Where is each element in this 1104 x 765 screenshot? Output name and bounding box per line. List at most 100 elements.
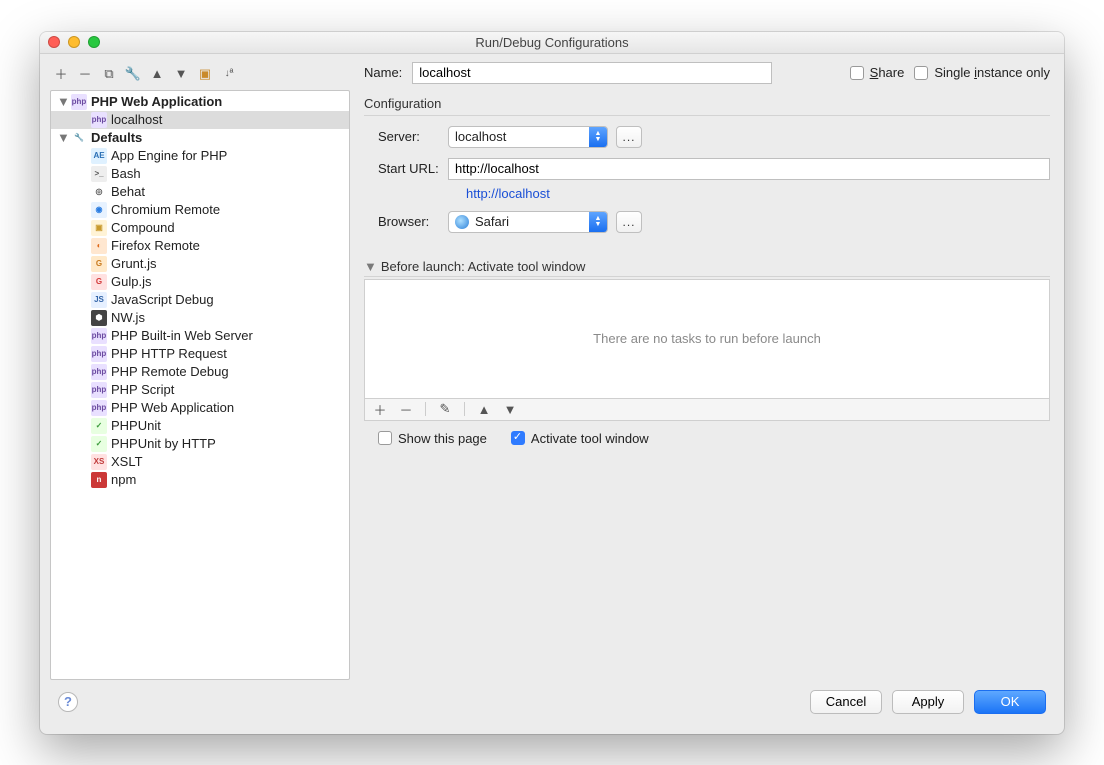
tree-item[interactable]: >_Bash bbox=[51, 165, 349, 183]
titlebar: Run/Debug Configurations bbox=[40, 32, 1064, 54]
firefox-icon: ◐ bbox=[91, 238, 107, 254]
tree-item-label: XSLT bbox=[111, 454, 143, 469]
before-launch-header[interactable]: ▼ Before launch: Activate tool window bbox=[364, 259, 1050, 274]
tree-item-label: npm bbox=[111, 472, 136, 487]
name-input[interactable] bbox=[412, 62, 772, 84]
sidebar-toolbar: ＋ － ⧉ 🔧 ▲ ▼ ▣ ↓ª bbox=[50, 62, 350, 90]
cancel-button[interactable]: Cancel bbox=[810, 690, 882, 714]
tree-group[interactable]: ▼ 🔧 Defaults bbox=[51, 129, 349, 147]
tree-item[interactable]: ✓PHPUnit by HTTP bbox=[51, 435, 349, 453]
ok-button[interactable]: OK bbox=[974, 690, 1046, 714]
chevron-down-icon: ▼ bbox=[57, 130, 67, 145]
browser-label: Browser: bbox=[364, 214, 440, 229]
php-http-icon: php bbox=[91, 346, 107, 362]
single-instance-label: Single instance only bbox=[934, 65, 1050, 80]
tree-item-label: PHP HTTP Request bbox=[111, 346, 227, 361]
tree-item-label: Gulp.js bbox=[111, 274, 151, 289]
safari-icon bbox=[455, 215, 469, 229]
tree-item[interactable]: nnpm bbox=[51, 471, 349, 489]
apply-button[interactable]: Apply bbox=[892, 690, 964, 714]
tree-item[interactable]: XSXSLT bbox=[51, 453, 349, 471]
task-up-button[interactable]: ▲ bbox=[475, 400, 493, 418]
url-preview-link[interactable]: http://localhost bbox=[364, 186, 1050, 201]
php-builtin-icon: php bbox=[91, 328, 107, 344]
before-launch-title: Before launch: Activate tool window bbox=[381, 259, 586, 274]
tree-item[interactable]: ⬢NW.js bbox=[51, 309, 349, 327]
tree-item[interactable]: php PHP HTTP Request bbox=[51, 345, 349, 363]
name-label: Name: bbox=[364, 65, 402, 80]
sort-button[interactable]: ↓ª bbox=[220, 65, 238, 83]
js-debug-icon: JS bbox=[91, 292, 107, 308]
server-label: Server: bbox=[364, 129, 440, 144]
tree-group-label: Defaults bbox=[91, 130, 142, 145]
tree-group[interactable]: ▼phpPHP Web Application bbox=[51, 93, 349, 111]
share-label: Share bbox=[870, 65, 905, 80]
gulp-icon: G bbox=[91, 274, 107, 290]
server-value: localhost bbox=[455, 129, 506, 144]
tree-item[interactable]: php PHP Web Application bbox=[51, 399, 349, 417]
tree-item[interactable]: php PHP Built-in Web Server bbox=[51, 327, 349, 345]
tree-item[interactable]: G Gulp.js bbox=[51, 273, 349, 291]
folder-button[interactable]: ▣ bbox=[196, 65, 214, 83]
server-combobox[interactable]: localhost ▲▼ bbox=[448, 126, 608, 148]
php-web-icon: php bbox=[91, 400, 107, 416]
activate-tool-window-checkbox[interactable] bbox=[511, 431, 525, 445]
server-browse-button[interactable]: ... bbox=[616, 126, 642, 148]
tree-item-label: PHP Built-in Web Server bbox=[111, 328, 253, 343]
single-instance-checkbox[interactable] bbox=[914, 66, 928, 80]
tree-item-label: Grunt.js bbox=[111, 256, 157, 271]
before-launch-toolbar: ＋ － ✎ ▲ ▼ bbox=[364, 399, 1050, 421]
chevron-updown-icon: ▲▼ bbox=[589, 212, 607, 232]
tree-item[interactable]: phpPHP Remote Debug bbox=[51, 363, 349, 381]
phpunit-icon: ✓ bbox=[91, 418, 107, 434]
tree-item-label: PHPUnit bbox=[111, 418, 161, 433]
edit-task-button[interactable]: ✎ bbox=[436, 400, 454, 418]
nwjs-icon: ⬢ bbox=[91, 310, 107, 326]
browser-browse-button[interactable]: ... bbox=[616, 211, 642, 233]
copy-config-button[interactable]: ⧉ bbox=[100, 65, 118, 83]
dialog-window: Run/Debug Configurations ＋ － ⧉ 🔧 ▲ ▼ ▣ ↓… bbox=[40, 32, 1064, 734]
move-down-button[interactable]: ▼ bbox=[172, 65, 190, 83]
tree-item[interactable]: ✓ PHPUnit bbox=[51, 417, 349, 435]
browser-combobox[interactable]: Safari ▲▼ bbox=[448, 211, 608, 233]
chevron-down-icon: ▼ bbox=[364, 259, 377, 274]
tree-item-label: JavaScript Debug bbox=[111, 292, 214, 307]
starturl-input[interactable] bbox=[448, 158, 1050, 180]
tree-item[interactable]: ◉Chromium Remote bbox=[51, 201, 349, 219]
tree-item-label: Bash bbox=[111, 166, 141, 181]
edit-defaults-button[interactable]: 🔧 bbox=[124, 65, 142, 83]
tree-item-label: PHPUnit by HTTP bbox=[111, 436, 216, 451]
show-this-page-label: Show this page bbox=[398, 431, 487, 446]
tree-item-label: Compound bbox=[111, 220, 175, 235]
move-up-button[interactable]: ▲ bbox=[148, 65, 166, 83]
tree-item-label: Chromium Remote bbox=[111, 202, 220, 217]
task-down-button[interactable]: ▼ bbox=[501, 400, 519, 418]
show-this-page-checkbox[interactable] bbox=[378, 431, 392, 445]
tree-item[interactable]: GGrunt.js bbox=[51, 255, 349, 273]
remove-config-button[interactable]: － bbox=[76, 65, 94, 83]
wrench-icon: 🔧 bbox=[71, 130, 87, 146]
help-button[interactable]: ? bbox=[58, 692, 78, 712]
php-web-icon: php bbox=[91, 112, 107, 128]
tree-item[interactable]: phplocalhost bbox=[51, 111, 349, 129]
tree-item[interactable]: phpPHP Script bbox=[51, 381, 349, 399]
add-task-button[interactable]: ＋ bbox=[371, 400, 389, 418]
php-web-icon: php bbox=[71, 94, 87, 110]
tree-item[interactable]: AEApp Engine for PHP bbox=[51, 147, 349, 165]
tree-item-label: Behat bbox=[111, 184, 145, 199]
before-launch-empty-text: There are no tasks to run before launch bbox=[593, 331, 821, 346]
tree-item[interactable]: ◐Firefox Remote bbox=[51, 237, 349, 255]
browser-value: Safari bbox=[475, 214, 509, 229]
window-title: Run/Debug Configurations bbox=[40, 35, 1064, 50]
add-config-button[interactable]: ＋ bbox=[52, 65, 70, 83]
tree-item-label: PHP Web Application bbox=[111, 400, 234, 415]
tree-item-label: App Engine for PHP bbox=[111, 148, 227, 163]
npm-icon: n bbox=[91, 472, 107, 488]
config-tree[interactable]: ▼phpPHP Web Applicationphplocalhost▼ 🔧 Def… bbox=[50, 90, 350, 680]
tree-item[interactable]: ◎Behat bbox=[51, 183, 349, 201]
tree-item[interactable]: ▣Compound bbox=[51, 219, 349, 237]
remove-task-button[interactable]: － bbox=[397, 400, 415, 418]
php-remote-icon: php bbox=[91, 364, 107, 380]
tree-item[interactable]: JS JavaScript Debug bbox=[51, 291, 349, 309]
share-checkbox[interactable] bbox=[850, 66, 864, 80]
